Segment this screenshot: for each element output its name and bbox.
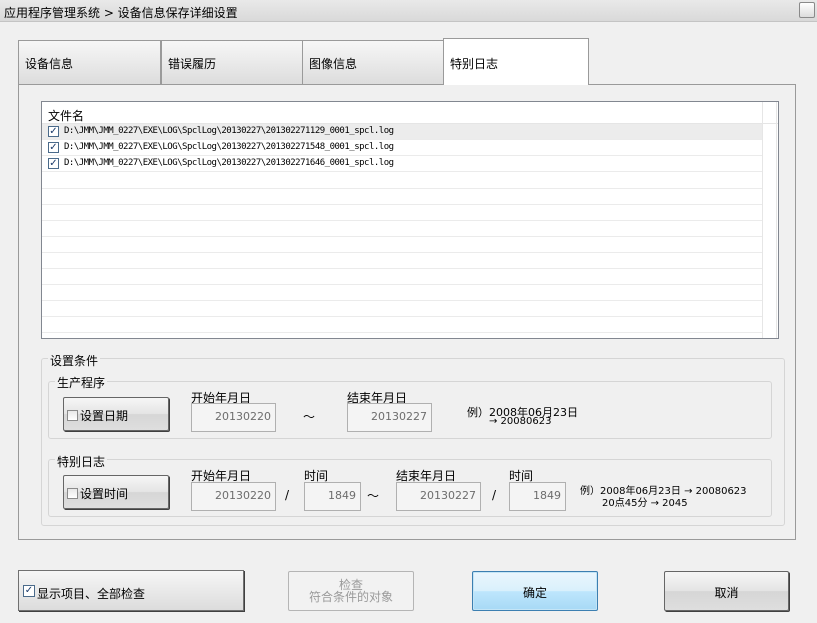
list-item[interactable]: ✓ D:\JMM\JMM_0227\EXE\LOG\SpclLog\201302…: [42, 124, 762, 140]
close-button[interactable]: [799, 2, 815, 18]
list-item[interactable]: ✓ D:\JMM\JMM_0227\EXE\LOG\SpclLog\201302…: [42, 156, 762, 172]
check-button-line2: 符合条件的对象: [308, 590, 393, 604]
list-item[interactable]: ✓ D:\JMM\JMM_0227\EXE\LOG\SpclLog\201302…: [42, 140, 762, 156]
ok-label: 确定: [522, 586, 547, 600]
range-tilde: ～: [303, 410, 316, 424]
ok-button[interactable]: 确定: [472, 571, 598, 611]
show-all-label: 显示项目、全部检查: [37, 587, 146, 601]
row-divider: [42, 284, 762, 285]
tab-label: 图像信息: [309, 57, 358, 71]
tab-label: 特别日志: [450, 57, 499, 71]
row-checkbox[interactable]: ✓: [48, 158, 59, 169]
file-list-header[interactable]: 文件名: [42, 102, 778, 124]
set-date-checkbox[interactable]: [67, 410, 78, 421]
set-time-label: 设置时间: [80, 487, 129, 501]
time-example-line2: 20点45分 → 2045: [602, 498, 688, 509]
tab-device-info[interactable]: 设备信息: [18, 40, 161, 85]
end-time-field[interactable]: 1849: [509, 482, 566, 511]
tab-error-history[interactable]: 错误履历: [161, 40, 303, 85]
end-date-field[interactable]: 20130227: [396, 482, 481, 511]
start-date-field[interactable]: 20130220: [191, 482, 276, 511]
set-date-label: 设置日期: [80, 409, 129, 423]
row-divider: [42, 204, 762, 205]
set-time-button[interactable]: 设置时间: [63, 475, 169, 509]
row-divider: [42, 252, 762, 253]
check-matching-button[interactable]: 检查 符合条件的对象: [288, 571, 414, 611]
row-divider: [42, 300, 762, 301]
title-bar: 应用程序管理系统 > 设备信息保存详细设置: [0, 0, 817, 22]
range-tilde: ～: [367, 489, 380, 503]
set-date-button[interactable]: 设置日期: [63, 397, 169, 431]
start-time-field[interactable]: 1849: [304, 482, 361, 511]
set-time-checkbox[interactable]: [67, 488, 78, 499]
column-divider: [776, 102, 777, 338]
tab-image-info[interactable]: 图像信息: [302, 40, 444, 85]
row-divider: [42, 332, 762, 333]
tab-special-log[interactable]: 特别日志: [443, 38, 589, 85]
conditions-title: 设置条件: [48, 352, 101, 369]
date-time-separator: /: [492, 488, 497, 502]
column-header-filename: 文件名: [48, 109, 85, 123]
row-divider: [42, 220, 762, 221]
special-log-title: 特别日志: [55, 453, 108, 470]
row-divider: [42, 236, 762, 237]
tab-label: 设备信息: [25, 57, 74, 71]
column-divider: [762, 102, 763, 338]
file-path: D:\JMM\JMM_0227\EXE\LOG\SpclLog\20130227…: [64, 142, 394, 152]
production-title: 生产程序: [55, 374, 108, 391]
show-all-checkbox[interactable]: ✓: [23, 585, 35, 597]
date-time-separator: /: [285, 488, 290, 502]
tab-label: 错误履历: [168, 57, 217, 71]
row-divider: [42, 188, 762, 189]
row-checkbox[interactable]: ✓: [48, 126, 59, 137]
file-path: D:\JMM\JMM_0227\EXE\LOG\SpclLog\20130227…: [64, 158, 394, 168]
file-path: D:\JMM\JMM_0227\EXE\LOG\SpclLog\20130227…: [64, 126, 394, 136]
date-example-line2: → 20080623: [489, 416, 552, 427]
end-date-field[interactable]: 20130227: [347, 403, 432, 432]
file-list[interactable]: 文件名 ✓ D:\JMM\JMM_0227\EXE\LOG\SpclLog\20…: [41, 101, 779, 339]
cancel-button[interactable]: 取消: [664, 571, 789, 611]
row-divider: [42, 268, 762, 269]
row-checkbox[interactable]: ✓: [48, 142, 59, 153]
window-title: 应用程序管理系统 > 设备信息保存详细设置: [4, 6, 238, 20]
row-divider: [42, 316, 762, 317]
cancel-label: 取消: [714, 586, 739, 600]
start-date-field[interactable]: 20130220: [191, 403, 276, 432]
show-all-toggle[interactable]: ✓ 显示项目、全部检查: [18, 570, 244, 611]
